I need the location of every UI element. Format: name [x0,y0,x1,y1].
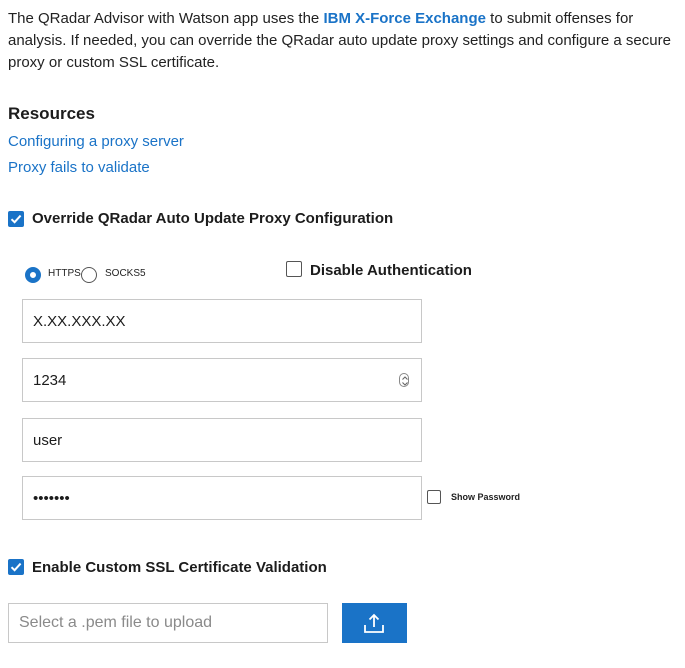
proxy-fails-link[interactable]: Proxy fails to validate [8,159,150,176]
https-radio-label: HTTPS [48,268,81,279]
upload-icon [364,613,384,633]
override-proxy-checkbox[interactable] [8,211,24,227]
xforce-exchange-link[interactable]: IBM X-Force Exchange [323,10,486,27]
host-input[interactable] [33,300,393,342]
show-password-checkbox[interactable] [427,490,441,504]
username-input[interactable] [33,419,393,461]
password-field[interactable] [22,476,422,520]
configuring-proxy-link[interactable]: Configuring a proxy server [8,133,184,150]
socks5-radio-label: SOCKS5 [105,268,146,279]
intro-prefix: The QRadar Advisor with Watson app uses … [8,10,324,27]
socks5-radio[interactable] [81,267,97,283]
checkmark-icon [10,562,22,572]
port-input[interactable] [33,359,393,401]
resources-heading: Resources [8,104,95,123]
override-proxy-label: Override QRadar Auto Update Proxy Config… [32,210,394,227]
port-stepper[interactable] [399,373,409,387]
https-radio[interactable] [25,267,41,283]
disable-auth-label: Disable Authentication [310,262,472,279]
host-field[interactable] [22,299,422,343]
disable-auth-checkbox[interactable] [286,261,302,277]
username-field[interactable] [22,418,422,462]
stepper-arrows-icon [402,376,408,386]
pem-file-field[interactable] [8,603,328,643]
ssl-validation-label: Enable Custom SSL Certificate Validation [32,559,327,576]
ssl-validation-checkbox[interactable] [8,559,24,575]
pem-file-input[interactable] [19,604,319,642]
show-password-label: Show Password [451,492,521,502]
intro-text: The QRadar Advisor with Watson app uses … [8,8,678,74]
port-field[interactable] [22,358,422,402]
checkmark-icon [10,214,22,224]
upload-button[interactable] [342,603,407,643]
password-input[interactable] [33,477,393,519]
